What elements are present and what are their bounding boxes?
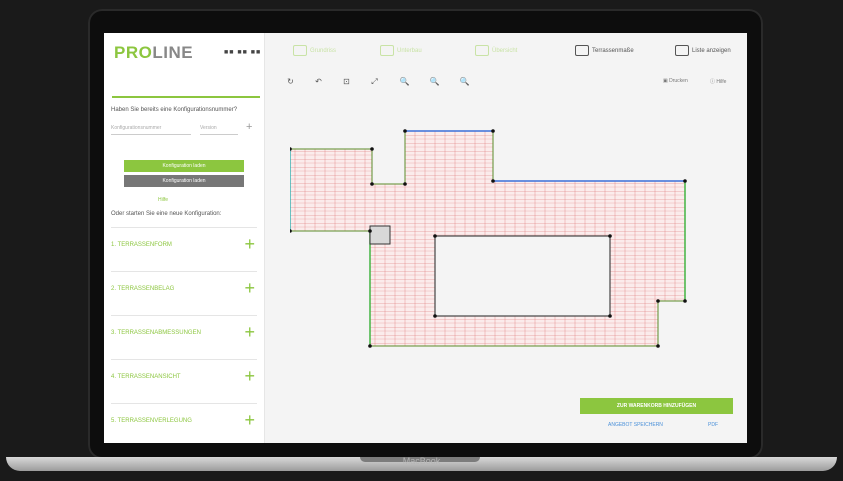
top-nav: Grundriss Unterbau Übersicht Terrassenma… bbox=[265, 39, 747, 61]
section-4[interactable]: 4. TERRASSENANSICHT + bbox=[111, 359, 257, 398]
add-icon[interactable]: + bbox=[246, 121, 252, 133]
terrace-plan[interactable] bbox=[290, 111, 720, 371]
section-1[interactable]: 1. TERRASSENFORM + bbox=[111, 227, 257, 266]
config-question: Haben Sie bereits eine Konfigurationsnum… bbox=[111, 107, 238, 113]
section-1-label: 1. TERRASSENFORM bbox=[111, 242, 172, 248]
add-to-cart-button[interactable]: ZUR WARENKORB HINZUFÜGEN bbox=[580, 398, 733, 414]
save-offer-link[interactable]: ANGEBOT SPEICHERN bbox=[608, 422, 663, 428]
section-3[interactable]: 3. TERRASSENABMESSUNGEN + bbox=[111, 315, 257, 354]
app-screen: PROLINE ■■ ■■ ■■ Haben Sie bereits eine … bbox=[104, 33, 747, 443]
version-input[interactable]: Version bbox=[200, 125, 238, 135]
section-2[interactable]: 2. TERRASSENBELAG + bbox=[111, 271, 257, 310]
sidebar: PROLINE ■■ ■■ ■■ Haben Sie bereits eine … bbox=[104, 33, 265, 443]
zoom-reset-icon[interactable]: 🔍 bbox=[457, 75, 472, 88]
expand-icon[interactable]: + bbox=[244, 234, 255, 255]
nav-unterbau[interactable]: Unterbau bbox=[380, 45, 422, 56]
expand-icon[interactable]: + bbox=[244, 278, 255, 299]
undo-icon[interactable]: ↶ bbox=[311, 75, 326, 88]
section-2-label: 2. TERRASSENBELAG bbox=[111, 286, 175, 292]
print-button[interactable]: ▣ Drucken bbox=[663, 78, 688, 84]
expand-icon[interactable]: + bbox=[244, 366, 255, 387]
pdf-link[interactable]: PDF bbox=[708, 422, 718, 428]
section-3-label: 3. TERRASSENABMESSUNGEN bbox=[111, 330, 201, 336]
refresh-icon[interactable]: ↻ bbox=[283, 75, 298, 88]
list-icon bbox=[675, 45, 689, 56]
overview-icon bbox=[475, 45, 489, 56]
start-new-text: Oder starten Sie eine neue Konfiguration… bbox=[111, 211, 222, 217]
expand-icon[interactable]: + bbox=[244, 410, 255, 431]
load-config-button[interactable]: Konfiguration laden bbox=[124, 160, 244, 172]
substructure-icon bbox=[380, 45, 394, 56]
fit-icon[interactable]: ⤢ bbox=[367, 75, 382, 88]
section-4-label: 4. TERRASSENANSICHT bbox=[111, 374, 181, 380]
section-5[interactable]: 5. TERRASSENVERLEGUNG + bbox=[111, 403, 257, 442]
zoom-in-icon[interactable]: 🔍 bbox=[397, 75, 412, 88]
expand-icon[interactable]: + bbox=[244, 322, 255, 343]
help-link[interactable]: Hilfe bbox=[158, 197, 168, 203]
config-number-input[interactable]: Konfigurationsnummer bbox=[111, 125, 191, 135]
language-flags[interactable]: ■■ ■■ ■■ bbox=[224, 49, 261, 56]
nav-liste[interactable]: Liste anzeigen bbox=[675, 45, 731, 56]
nav-grundriss[interactable]: Grundriss bbox=[293, 45, 336, 56]
zoom-out-icon[interactable]: 🔍 bbox=[427, 75, 442, 88]
floorplan-icon bbox=[293, 45, 307, 56]
section-5-label: 5. TERRASSENVERLEGUNG bbox=[111, 418, 192, 424]
main-canvas: Grundriss Unterbau Übersicht Terrassenma… bbox=[265, 33, 747, 443]
grid-icon bbox=[575, 45, 589, 56]
sidebar-divider bbox=[112, 96, 260, 98]
export-icon[interactable]: ⊡ bbox=[339, 75, 354, 88]
import-config-button[interactable]: Konfiguration laden bbox=[124, 175, 244, 187]
app-logo[interactable]: PROLINE bbox=[114, 43, 193, 63]
nav-terrassenmasse[interactable]: Terrassenmaße bbox=[575, 45, 634, 56]
nav-uebersicht[interactable]: Übersicht bbox=[475, 45, 517, 56]
laptop-brand: MacBook bbox=[402, 456, 441, 466]
help-button[interactable]: ⓘ Hilfe bbox=[710, 78, 726, 85]
